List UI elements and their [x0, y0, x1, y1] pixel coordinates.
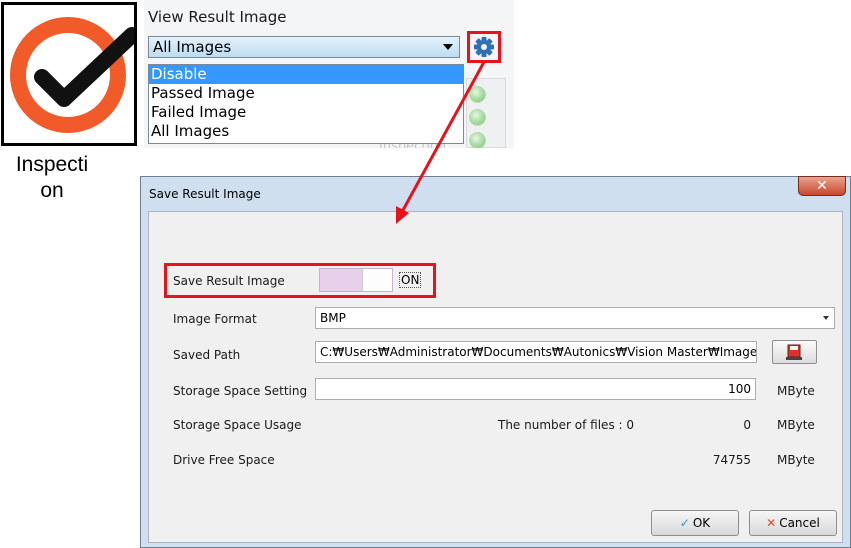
drive-free-space-unit: MByte	[777, 453, 815, 467]
image-format-select[interactable]: BMP	[315, 307, 835, 329]
number-of-files-text: The number of files : 0	[498, 418, 634, 432]
checkmark-circle-icon	[10, 17, 140, 133]
toggle-knob	[362, 269, 392, 291]
select-value: All Images	[153, 38, 232, 56]
option-passed-image[interactable]: Passed Image	[149, 84, 463, 103]
ok-label: OK	[692, 516, 711, 530]
save-result-image-toggle[interactable]	[319, 268, 393, 292]
save-result-image-dialog: Save Result Image ✕ Save Result Image ON…	[140, 176, 851, 548]
option-disable[interactable]: Disable	[149, 65, 463, 84]
image-format-label: Image Format	[173, 312, 257, 326]
option-all-images[interactable]: All Images	[149, 122, 463, 141]
drive-free-space-value: 74755	[712, 453, 751, 467]
saved-path-label: Saved Path	[173, 348, 241, 362]
storage-space-setting-unit: MByte	[777, 384, 815, 398]
chevron-down-icon	[823, 316, 829, 320]
gear-icon	[474, 37, 494, 57]
view-result-image-select[interactable]: All Images	[148, 36, 460, 58]
chevron-down-icon	[443, 44, 453, 50]
drive-free-space-label: Drive Free Space	[173, 453, 275, 467]
image-format-value: BMP	[320, 311, 346, 325]
close-icon: ✕	[816, 178, 828, 194]
view-result-image-panel: View Result Image Inspection Comparer Al…	[144, 0, 514, 148]
cancel-label: Cancel	[779, 516, 820, 530]
folder-save-icon	[786, 344, 802, 360]
save-result-image-label: Save Result Image	[173, 274, 285, 288]
toggle-state-label: ON	[399, 272, 422, 288]
close-button[interactable]: ✕	[798, 176, 846, 196]
storage-space-setting-value: 100	[728, 382, 751, 396]
inspection-logo	[1, 2, 140, 146]
storage-space-setting-label: Storage Space Setting	[173, 384, 308, 398]
settings-button[interactable]	[467, 31, 501, 63]
saved-path-input[interactable]: C:₩Users₩Administrator₩Documents₩Autonic…	[315, 341, 757, 363]
storage-space-usage-label: Storage Space Usage	[173, 418, 302, 432]
storage-space-usage-unit: MByte	[777, 418, 815, 432]
storage-space-usage-value: 0	[743, 418, 751, 432]
ok-button[interactable]: ✓ OK	[651, 510, 739, 536]
dialog-title: Save Result Image	[149, 187, 261, 201]
check-icon: ✓	[679, 516, 690, 530]
logo-label: Inspecti on	[15, 153, 89, 202]
browse-button[interactable]	[772, 340, 817, 364]
status-led	[469, 86, 486, 103]
view-result-image-label: View Result Image	[148, 8, 287, 26]
cancel-button[interactable]: ✕ Cancel	[749, 510, 837, 536]
saved-path-value: C:₩Users₩Administrator₩Documents₩Autonic…	[320, 345, 757, 359]
status-led	[469, 109, 486, 126]
option-failed-image[interactable]: Failed Image	[149, 103, 463, 122]
dialog-body: Save Result Image ON Image Format BMP Sa…	[148, 211, 843, 543]
storage-space-setting-input[interactable]: 100	[315, 378, 756, 400]
cross-icon: ✕	[766, 516, 777, 530]
view-result-image-options: Disable Passed Image Failed Image All Im…	[148, 64, 464, 144]
